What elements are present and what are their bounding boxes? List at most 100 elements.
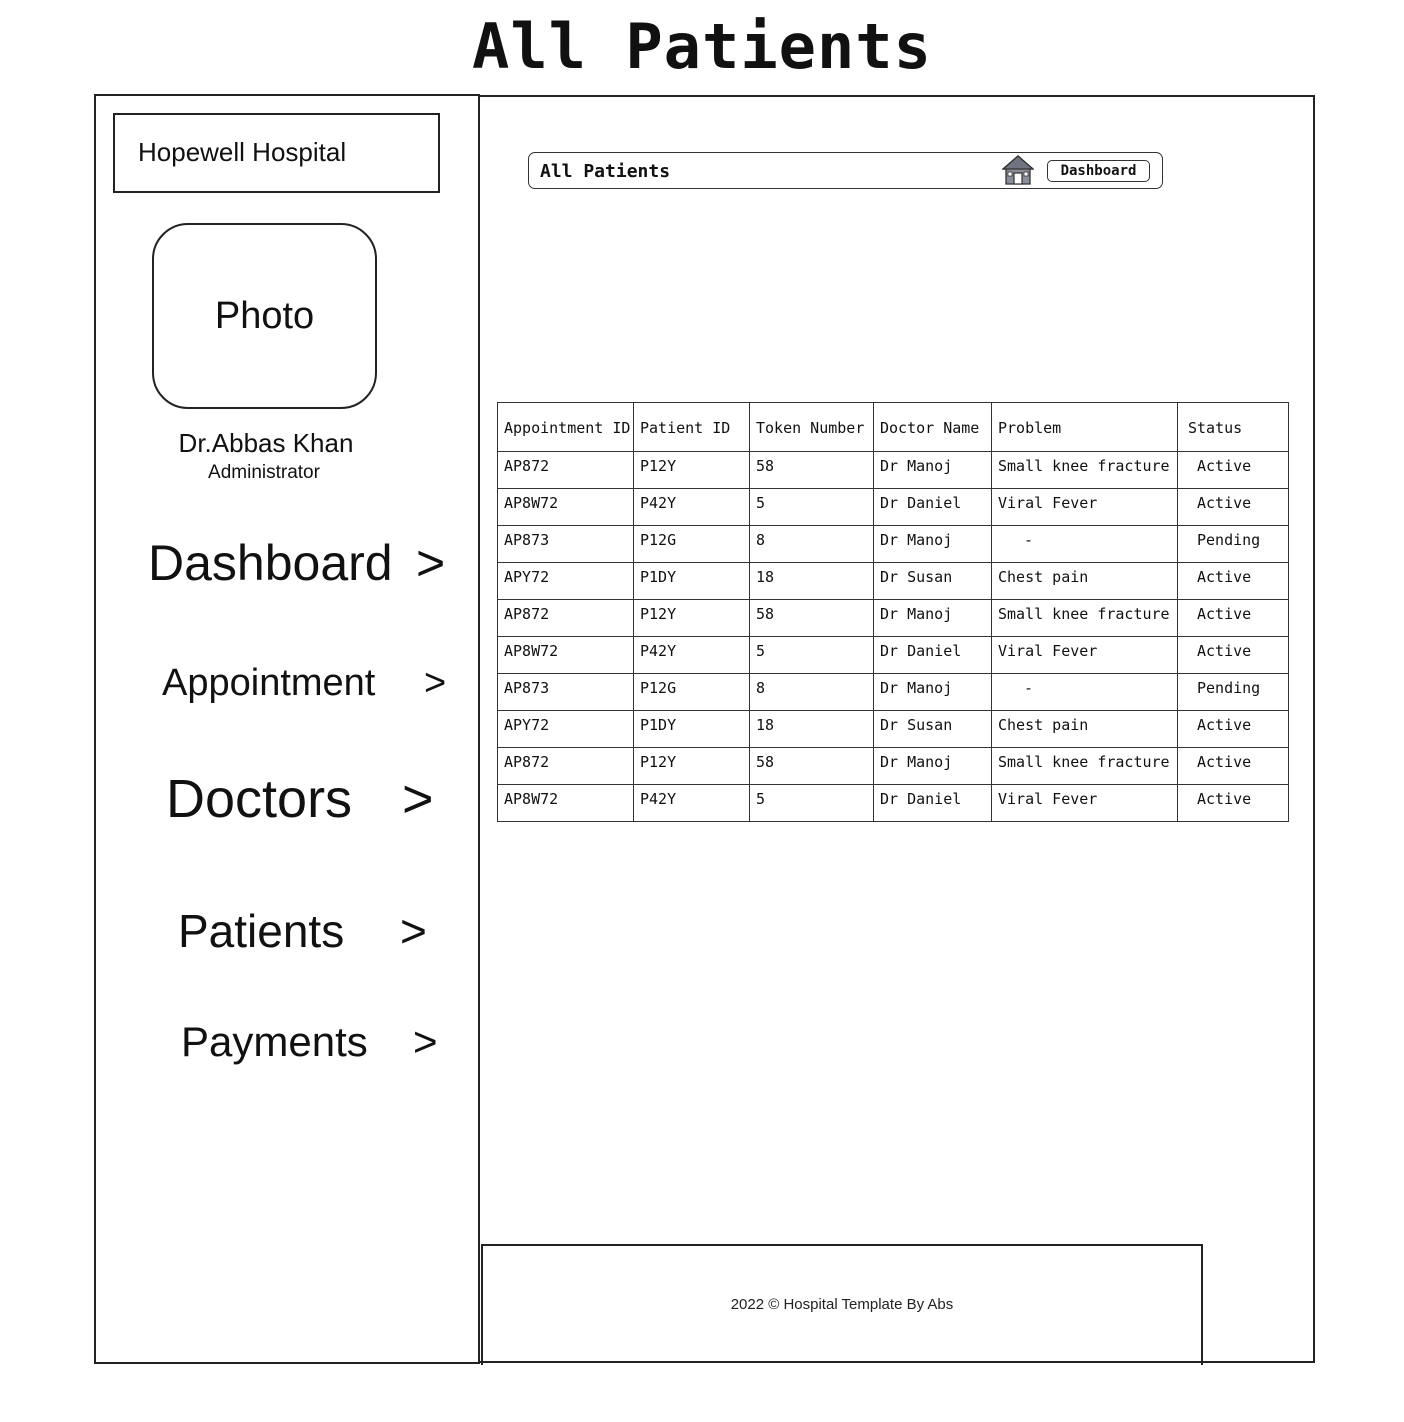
table-row[interactable]: APY72 P1DY 18 Dr Susan Chest pain Active (497, 710, 1289, 748)
table-row[interactable]: APY72 P1DY 18 Dr Susan Chest pain Active (497, 562, 1289, 600)
table-row[interactable]: AP872 P12Y 58 Dr Manoj Small knee fracture Ac… (497, 599, 1289, 637)
table-cell: Active (1177, 710, 1289, 748)
table-cell: P12G (633, 673, 750, 711)
table-row[interactable]: AP8W72 P42Y 5 Dr Daniel Viral Fever Active (497, 636, 1289, 674)
table-cell: AP872 (497, 451, 634, 489)
table-cell: Viral Fever (991, 636, 1178, 674)
user-name: Dr.Abbas Khan (178, 428, 354, 458)
table-cell: AP873 (497, 673, 634, 711)
table-cell: Active (1177, 562, 1289, 600)
table-cell: Active (1177, 784, 1289, 822)
nav-payments-label: Payments (181, 1018, 368, 1065)
column-header[interactable]: Doctor Name (873, 402, 992, 452)
chevron-right-icon: > (416, 535, 446, 591)
table-cell: Chest pain (991, 710, 1178, 748)
table-cell: 58 (749, 599, 874, 637)
nav-dashboard-label: Dashboard (148, 535, 393, 591)
table-cell: P1DY (633, 710, 750, 748)
column-header[interactable]: Problem (991, 402, 1178, 452)
column-header[interactable]: Token Number (749, 402, 874, 452)
column-header[interactable]: Status (1177, 402, 1289, 452)
table-cell: - (991, 673, 1178, 711)
chevron-right-icon: > (424, 662, 447, 704)
table-cell: 8 (749, 673, 874, 711)
table-cell: APY72 (497, 710, 634, 748)
table-row[interactable]: AP873 P12G 8 Dr Manoj - Pending (497, 673, 1289, 711)
table-cell: Active (1177, 636, 1289, 674)
nav-dashboard[interactable]: Dashboard > (148, 534, 448, 591)
table-cell: P42Y (633, 488, 750, 526)
home-icon[interactable] (1002, 154, 1034, 186)
table-cell: Dr Manoj (873, 451, 992, 489)
table-cell: Dr Manoj (873, 673, 992, 711)
table-row[interactable]: AP873 P12G 8 Dr Manoj - Pending (497, 525, 1289, 563)
table-cell: Viral Fever (991, 488, 1178, 526)
footer-text: 2022 © Hospital Template By Abs (730, 1296, 954, 1313)
table-cell: Dr Manoj (873, 599, 992, 637)
table-cell: Small knee fracture (991, 599, 1178, 637)
table-row[interactable]: AP872 P12Y 58 Dr Manoj Small knee fracture Ac… (497, 451, 1289, 489)
breadcrumb-title: All Patients (540, 161, 671, 182)
table-cell: Dr Manoj (873, 747, 992, 785)
table-cell: Active (1177, 451, 1289, 489)
table-cell: AP872 (497, 747, 634, 785)
breadcrumb: All Patients Dashboard (528, 152, 1163, 189)
table-cell: Pending (1177, 673, 1289, 711)
chevron-right-icon: > (400, 905, 427, 957)
table-cell: Dr Susan (873, 710, 992, 748)
table-cell: Active (1177, 599, 1289, 637)
table-cell: 18 (749, 562, 874, 600)
nav-patients[interactable]: Patients > (178, 904, 438, 957)
table-cell: Small knee fracture (991, 747, 1178, 785)
nav-doctors[interactable]: Doctors > (166, 768, 446, 829)
table-cell: P42Y (633, 636, 750, 674)
nav-appointment[interactable]: Appointment > (162, 662, 452, 706)
table-cell: 58 (749, 747, 874, 785)
nav-doctors-label: Doctors (166, 769, 353, 829)
table-row[interactable]: AP872 P12Y 58 Dr Manoj Small knee fracture Ac… (497, 747, 1289, 785)
table-cell: AP873 (497, 525, 634, 563)
footer: 2022 © Hospital Template By Abs (481, 1244, 1203, 1365)
table-cell: AP8W72 (497, 636, 634, 674)
table-cell: P12Y (633, 451, 750, 489)
table-cell: - (991, 525, 1178, 563)
table-cell: Small knee fracture (991, 451, 1178, 489)
table-cell: Chest pain (991, 562, 1178, 600)
table-cell: AP872 (497, 599, 634, 637)
table-row[interactable]: AP8W72 P42Y 5 Dr Daniel Viral Fever Active (497, 488, 1289, 526)
table-cell: 8 (749, 525, 874, 563)
dashboard-button[interactable]: Dashboard (1047, 160, 1150, 182)
table-cell: P12Y (633, 599, 750, 637)
nav-payments[interactable]: Payments > (181, 1018, 446, 1066)
table-cell: P12Y (633, 747, 750, 785)
column-header[interactable]: Appointment ID (497, 402, 634, 452)
table-cell: Dr Susan (873, 562, 992, 600)
user-role: Administrator (208, 462, 320, 483)
table-row[interactable]: AP8W72 P42Y 5 Dr Daniel Viral Fever Active (497, 784, 1289, 822)
nav-appointment-label: Appointment (162, 662, 376, 704)
table-cell: P12G (633, 525, 750, 563)
column-header[interactable]: Patient ID (633, 402, 750, 452)
chevron-right-icon: > (402, 769, 434, 829)
table-header-row: Appointment ID Patient ID Token Number D… (497, 402, 1289, 452)
hospital-name[interactable]: Hopewell Hospital (113, 113, 440, 193)
table-cell: Dr Daniel (873, 636, 992, 674)
table-cell: AP8W72 (497, 784, 634, 822)
table-cell: 58 (749, 451, 874, 489)
table-cell: AP8W72 (497, 488, 634, 526)
main-content: All Patients Dashboard Appointment ID Pa… (480, 95, 1315, 1365)
table-cell: Dr Daniel (873, 488, 992, 526)
table-cell: Active (1177, 747, 1289, 785)
nav-patients-label: Patients (178, 905, 345, 957)
table-cell: Viral Fever (991, 784, 1178, 822)
table-cell: Pending (1177, 525, 1289, 563)
table-cell: Active (1177, 488, 1289, 526)
table-cell: 5 (749, 784, 874, 822)
chevron-right-icon: > (413, 1018, 438, 1065)
table-cell: P1DY (633, 562, 750, 600)
profile-photo: Photo (152, 223, 377, 409)
table-cell: P42Y (633, 784, 750, 822)
table-cell: 5 (749, 488, 874, 526)
photo-label: Photo (214, 294, 315, 337)
table-cell: APY72 (497, 562, 634, 600)
